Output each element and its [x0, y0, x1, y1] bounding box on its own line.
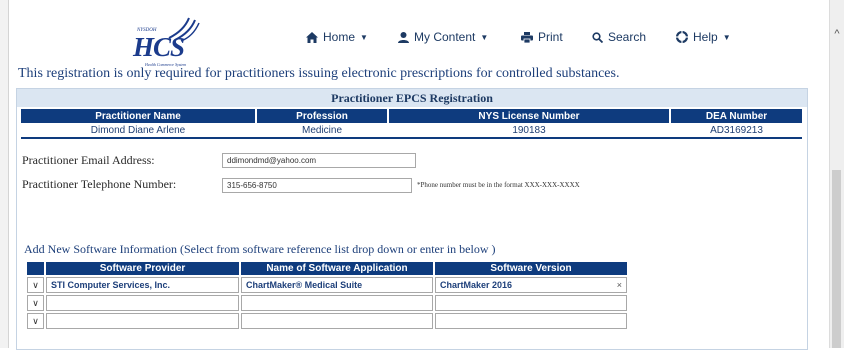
phone-format-hint: *Phone number must be in the format XXX-… [417, 181, 580, 189]
nav-my-content-label: My Content [414, 30, 476, 44]
software-application-field[interactable]: ChartMaker® Medical Suite [241, 277, 433, 293]
column-header: Practitioner Name [21, 109, 257, 123]
nav-search-label: Search [608, 30, 647, 44]
software-version-field[interactable]: ChartMaker 2016 × [435, 277, 627, 293]
column-header: Software Provider [46, 262, 239, 275]
nav-my-content[interactable]: My Content ▼ [398, 30, 488, 44]
header: NYSDOH HCS Health Commerce System Home ▼… [9, 0, 830, 67]
chevron-down-icon: ▼ [480, 32, 489, 42]
nav-help-label: Help [693, 30, 718, 44]
practitioner-table: Practitioner Name Profession NYS License… [21, 109, 802, 139]
hcs-logo[interactable]: NYSDOH HCS Health Commerce System [119, 12, 209, 67]
column-header: Profession [256, 109, 389, 123]
clear-icon[interactable]: × [617, 278, 622, 292]
software-dropdown[interactable]: ∨ [27, 313, 44, 329]
software-provider-field[interactable] [46, 295, 239, 311]
table-row: ∨ [27, 295, 627, 311]
registration-notice: This registration is only required for p… [18, 66, 620, 81]
software-provider-field[interactable] [46, 313, 239, 329]
scroll-up-icon[interactable]: ^ [831, 28, 843, 40]
column-header: Software Version [435, 262, 627, 275]
column-header: NYS License Number [388, 109, 671, 123]
software-version-field[interactable] [435, 295, 627, 311]
nav-home[interactable]: Home ▼ [306, 30, 368, 44]
nav-print[interactable]: Print [521, 30, 563, 44]
software-dropdown[interactable]: ∨ [27, 277, 44, 293]
nav-search[interactable]: Search [592, 30, 646, 44]
license-number: 190183 [388, 123, 671, 139]
practitioner-name: Dimond Diane Arlene [21, 123, 257, 139]
help-lifebuoy-icon [676, 31, 688, 43]
software-version-field[interactable] [435, 313, 627, 329]
nav-print-label: Print [538, 30, 563, 44]
table-row: ∨ STI Computer Services, Inc. ChartMaker… [27, 277, 627, 293]
home-icon [306, 31, 318, 43]
email-label: Practitioner Email Address: [22, 153, 155, 167]
table-row: ∨ [27, 313, 627, 329]
print-icon [521, 31, 533, 43]
user-icon [398, 31, 409, 43]
page: NYSDOH HCS Health Commerce System Home ▼… [0, 0, 844, 350]
software-heading: Add New Software Information (Select fro… [24, 242, 496, 256]
dropdown-column-header [27, 262, 44, 275]
email-field[interactable]: ddimondmd@yahoo.com [222, 153, 416, 168]
column-header: Name of Software Application [241, 262, 433, 275]
software-version-value: ChartMaker 2016 [440, 280, 513, 290]
software-provider-field[interactable]: STI Computer Services, Inc. [46, 277, 239, 293]
software-application-field[interactable] [241, 313, 433, 329]
left-frame-border [0, 0, 9, 348]
scrollbar-thumb[interactable] [832, 170, 841, 348]
logo-main-text: HCS [133, 32, 185, 62]
panel-title: Practitioner EPCS Registration [17, 89, 807, 107]
nav-help[interactable]: Help ▼ [676, 30, 731, 44]
dea-number: AD3169213 [670, 123, 802, 139]
table-row: Dimond Diane Arlene Medicine 190183 AD31… [21, 123, 802, 139]
search-icon [592, 31, 603, 43]
epcs-registration-panel: Practitioner EPCS Registration Practitio… [16, 88, 808, 350]
profession: Medicine [256, 123, 389, 139]
software-dropdown[interactable]: ∨ [27, 295, 44, 311]
nav-home-label: Home [323, 30, 356, 44]
phone-label: Practitioner Telephone Number: [22, 177, 177, 191]
chevron-down-icon: ▼ [722, 32, 731, 42]
phone-field[interactable]: 315-656-8750 [222, 178, 412, 193]
software-table: Software Provider Name of Software Appli… [25, 260, 629, 331]
column-header: DEA Number [670, 109, 802, 123]
chevron-down-icon: ▼ [360, 32, 368, 42]
software-application-field[interactable] [241, 295, 433, 311]
vertical-scrollbar[interactable]: ^ [829, 0, 844, 348]
